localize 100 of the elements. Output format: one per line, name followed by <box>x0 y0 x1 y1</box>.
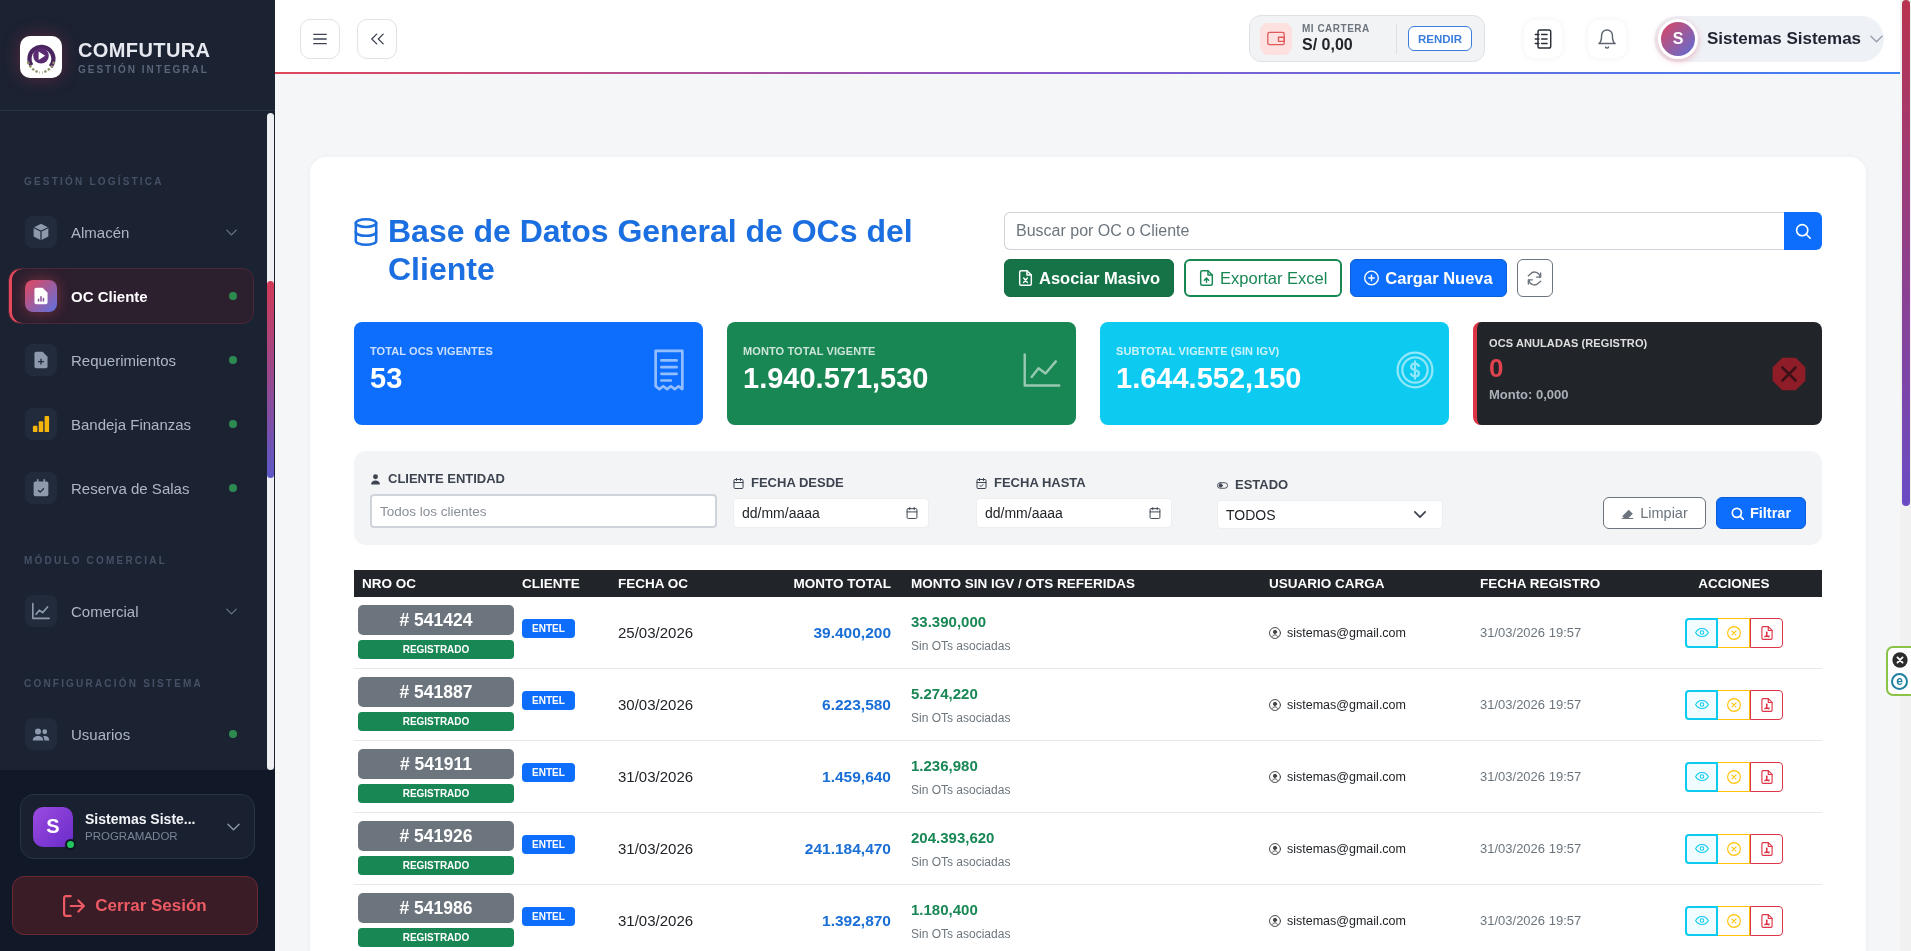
search-icon <box>1795 223 1811 239</box>
users-icon <box>25 718 57 750</box>
trend-chart-icon <box>25 595 57 627</box>
order-number-badge[interactable]: # 541986 <box>358 893 514 923</box>
database-icon <box>354 218 378 246</box>
eye-icon <box>1694 843 1709 854</box>
order-number-badge[interactable]: # 541424 <box>358 605 514 635</box>
bell-icon <box>1598 28 1616 49</box>
cube-icon <box>25 216 57 248</box>
order-date: 30/03/2026 <box>618 696 694 713</box>
checklist-icon <box>1534 28 1552 49</box>
user-email: sistemas@gmail.com <box>1287 913 1406 928</box>
sidebar-item[interactable]: OC Cliente <box>8 268 254 324</box>
net-amount: 1.236,980 <box>911 756 978 774</box>
status-dot <box>229 292 237 300</box>
page-title: Base de Datos General de OCs del Cliente <box>388 212 914 288</box>
clear-button[interactable]: Limpiar <box>1603 497 1706 529</box>
pdf-button[interactable] <box>1750 833 1783 864</box>
total-amount: 241.184,470 <box>804 839 891 858</box>
close-icon[interactable] <box>1891 652 1908 668</box>
sidebar-item[interactable]: Bandeja Finanzas <box>8 396 254 452</box>
stat-value: 1.940.571,530 <box>743 360 929 395</box>
date-field[interactable]: dd/mm/aaaa <box>733 498 929 528</box>
column-header: MONTO TOTAL <box>792 576 892 591</box>
field-label: CLIENTE ENTIDAD <box>388 471 505 487</box>
pdf-button[interactable] <box>1750 617 1783 648</box>
calendar-icon <box>906 507 918 519</box>
calendar-icon <box>733 477 744 489</box>
filter-button[interactable]: Filtrar <box>1716 497 1806 529</box>
column-header: CLIENTE <box>521 576 581 591</box>
order-date: 31/03/2026 <box>618 768 694 785</box>
status-badge: REGISTRADO <box>358 856 514 875</box>
extension-widget[interactable]: e <box>1886 646 1911 696</box>
pdf-file-icon <box>1759 841 1774 856</box>
sidebar-item[interactable]: Comercial <box>8 583 254 639</box>
client-badge: ENTEL <box>522 690 575 710</box>
logout-button[interactable]: Cerrar Sesión <box>12 876 258 935</box>
user-circle-icon <box>1269 626 1281 639</box>
user-card[interactable]: S Sistemas Siste... PROGRAMADOR <box>20 794 255 859</box>
order-date: 31/03/2026 <box>618 840 694 857</box>
collapse-button[interactable] <box>357 18 397 59</box>
stat-value: 1.644.552,150 <box>1116 360 1302 395</box>
order-number-badge[interactable]: # 541911 <box>358 749 514 779</box>
user-email: sistemas@gmail.com <box>1287 697 1406 712</box>
registered-at: 31/03/2026 19:57 <box>1480 841 1582 856</box>
ots-note: Sin OTs asociadas <box>911 710 1011 725</box>
pdf-button[interactable] <box>1750 689 1783 720</box>
ots-note: Sin OTs asociadas <box>911 926 1011 941</box>
new-button[interactable]: Cargar Nueva <box>1350 259 1507 297</box>
user-avatar: S <box>33 806 73 847</box>
calendar-check-icon <box>25 472 57 504</box>
menu-button[interactable] <box>300 18 340 59</box>
refresh-button[interactable] <box>1516 259 1553 297</box>
sidebar-item[interactable]: Requerimientos <box>8 332 254 388</box>
notes-button[interactable] <box>1524 19 1562 58</box>
order-number-badge[interactable]: # 541926 <box>358 821 514 851</box>
sidebar-scrollbar[interactable] <box>267 113 274 770</box>
registered-at: 31/03/2026 19:57 <box>1480 913 1582 928</box>
user-email: sistemas@gmail.com <box>1287 841 1406 856</box>
notifications-button[interactable] <box>1588 19 1626 58</box>
pdf-button[interactable] <box>1750 761 1783 792</box>
export-button[interactable]: Exportar Excel <box>1184 259 1343 297</box>
column-header: USUARIO CARGA <box>1268 576 1386 591</box>
status-select[interactable]: TODOS <box>1217 500 1443 529</box>
chevron-down-icon <box>226 607 237 615</box>
stat-value: 53 <box>370 360 404 395</box>
pdf-file-icon <box>1759 769 1774 784</box>
associate-button[interactable]: Asociar Masivo <box>1004 259 1175 297</box>
sidebar-item[interactable]: Almacén <box>8 204 254 260</box>
client-badge: ENTEL <box>522 906 575 926</box>
pdf-file-icon <box>1759 913 1774 928</box>
status-badge: REGISTRADO <box>358 712 514 731</box>
user-circle-icon <box>1269 770 1281 783</box>
registered-at: 31/03/2026 19:57 <box>1480 697 1582 712</box>
person-icon <box>370 473 381 485</box>
pdf-button[interactable] <box>1750 905 1783 936</box>
net-amount: 33.390,000 <box>911 612 987 630</box>
net-amount: 1.180,400 <box>911 900 978 918</box>
stat-label: OCS ANULADAS (REGISTRO) <box>1489 337 1648 349</box>
user-email: sistemas@gmail.com <box>1287 769 1406 784</box>
refresh-icon <box>1527 270 1543 286</box>
sidebar-item[interactable]: Reserva de Salas <box>8 460 254 516</box>
sidebar-item[interactable]: Usuarios <box>8 706 254 762</box>
search-button[interactable] <box>1784 212 1822 250</box>
stop-sign-icon <box>1771 355 1807 392</box>
client-field[interactable]: Todos los clientes <box>370 494 717 528</box>
ots-note: Sin OTs asociadas <box>911 638 1011 653</box>
user-menu[interactable]: S Sistemas Sistemas <box>1654 15 1884 62</box>
total-amount: 1.392,870 <box>822 911 891 930</box>
extension-logo[interactable]: e <box>1891 673 1908 690</box>
bar-chart-icon <box>25 408 57 440</box>
search-field[interactable]: Buscar por OC o Cliente <box>1004 212 1784 250</box>
date-field[interactable]: dd/mm/aaaa <box>976 498 1172 528</box>
registered-at: 31/03/2026 19:57 <box>1480 625 1582 640</box>
user-circle-icon <box>1269 842 1281 855</box>
stat-label: MONTO TOTAL VIGENTE <box>743 344 877 357</box>
render-button[interactable]: RENDIR <box>1407 26 1472 51</box>
order-number-badge[interactable]: # 541887 <box>358 677 514 707</box>
eye-icon <box>1694 771 1709 782</box>
total-amount: 1.459,640 <box>822 767 891 786</box>
